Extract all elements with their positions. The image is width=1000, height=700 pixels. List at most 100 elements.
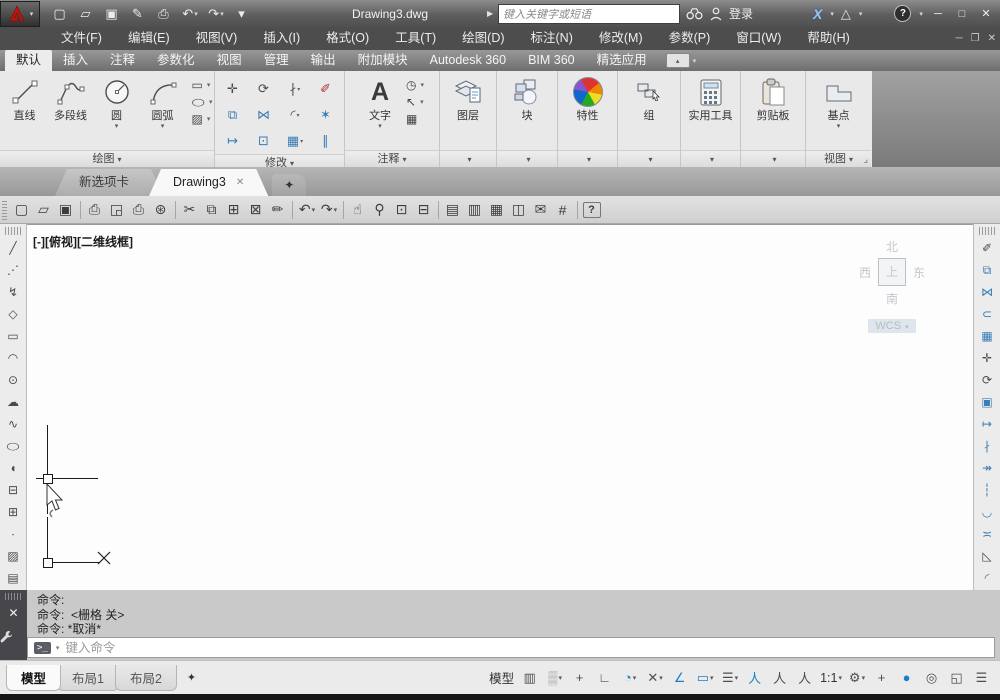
grid-display-icon[interactable]: ▥	[518, 667, 542, 689]
arc-button[interactable]: 圆弧 ▾	[140, 74, 186, 131]
ellipse-icon[interactable]: ◯ ▾	[192, 95, 213, 109]
fillet-icon[interactable]: ◜	[985, 567, 990, 589]
make-block-icon[interactable]: ⊞	[8, 501, 18, 523]
close-command-icon[interactable]: ✕	[0, 606, 27, 620]
stretch-icon[interactable]: ↦	[982, 413, 992, 435]
move-icon[interactable]: ✛	[982, 347, 992, 369]
save-icon[interactable]: ▣	[55, 199, 77, 221]
isolate-objects-icon[interactable]: ◎	[920, 667, 944, 689]
panel-footer-group[interactable]: ▾	[618, 150, 680, 167]
menu-item[interactable]: 绘图(D)	[449, 27, 517, 50]
file-tab[interactable]: 新选项卡	[55, 169, 163, 196]
menu-item[interactable]: 参数(P)	[656, 27, 724, 50]
rotate-icon[interactable]: ⟳	[258, 81, 270, 97]
save-as-icon[interactable]: ✎	[126, 3, 150, 25]
dimension-icon[interactable]: ◷ ▾	[406, 78, 424, 92]
menu-item[interactable]: 窗口(W)	[723, 27, 794, 50]
save-icon[interactable]: ▣	[100, 3, 124, 25]
zoom-window-icon[interactable]: ⊡	[391, 199, 413, 221]
help-icon[interactable]: ?	[583, 201, 601, 218]
construction-line-icon[interactable]: ⋰	[7, 259, 19, 281]
object-snap-tracking-icon[interactable]: ∠	[668, 667, 692, 689]
toolbar-grip[interactable]	[2, 199, 7, 220]
join-icon[interactable]: ≍	[982, 523, 992, 545]
arc-icon[interactable]: ◠	[8, 347, 18, 369]
help-icon[interactable]: ?	[894, 5, 912, 22]
signin-label[interactable]: 登录	[729, 5, 753, 22]
ortho-icon[interactable]: ∟	[593, 667, 617, 689]
markup-set-manager-icon[interactable]: ✉	[530, 199, 552, 221]
panel-footer-utilities[interactable]: ▾	[681, 150, 740, 167]
doc-close-button[interactable]: ✕	[988, 33, 996, 44]
quickcalc-icon[interactable]: #	[552, 199, 574, 221]
hatch-icon[interactable]: ▨	[7, 545, 18, 567]
annotation-scale-value[interactable]: 1:1 ▾	[818, 667, 844, 689]
chamfer-icon[interactable]: ◺	[982, 545, 991, 567]
tool-palettes-icon[interactable]: ▦	[486, 199, 508, 221]
stretch-icon[interactable]: ↦	[227, 133, 239, 149]
array-icon[interactable]: ▦ ▾	[287, 133, 303, 149]
search-binoculars-icon[interactable]	[686, 7, 703, 20]
new-drawing-tab-button[interactable]: ✦	[272, 174, 307, 196]
maximize-button[interactable]: □	[950, 4, 974, 24]
break-at-point-icon[interactable]: ┆	[983, 479, 990, 501]
rectangle-icon[interactable]: ▭ ▾	[192, 78, 213, 92]
menu-item[interactable]: 编辑(E)	[115, 27, 183, 50]
caret-down-icon[interactable]: ▾	[56, 644, 60, 652]
ribbon-tab[interactable]: 参数化	[146, 50, 206, 71]
clean-screen-icon[interactable]: ◱	[945, 667, 969, 689]
undo-icon[interactable]: ↶ ▾	[296, 199, 318, 221]
break-icon[interactable]: ◡	[982, 501, 992, 523]
open-icon[interactable]: ▱	[33, 199, 55, 221]
offset-icon[interactable]: ⊂	[982, 303, 992, 325]
layout-tab[interactable]: 布局2	[114, 664, 177, 691]
command-input[interactable]	[63, 639, 994, 656]
ribbon-tab[interactable]: 注释	[99, 50, 146, 71]
new-layout-button[interactable]: ✦	[187, 671, 196, 684]
close-tab-icon[interactable]: ✕	[236, 169, 244, 196]
menu-item[interactable]: 文件(F)	[48, 27, 115, 50]
table-icon[interactable]: ▦	[406, 112, 424, 126]
toolbar-separator[interactable]	[80, 200, 81, 219]
scale-icon[interactable]: ▣	[981, 391, 992, 413]
menu-item[interactable]: 修改(M)	[586, 27, 656, 50]
panel-footer-clipboard[interactable]: ▾	[741, 150, 805, 167]
mirror-icon[interactable]: ⋈	[981, 281, 993, 303]
toolbar-separator[interactable]	[343, 200, 344, 219]
ribbon-tab[interactable]: 精选应用	[586, 50, 658, 71]
layers-button[interactable]: 图层	[445, 74, 491, 123]
ribbon-tab[interactable]: 输出	[300, 50, 347, 71]
copy-clip-icon[interactable]: ⧉	[201, 199, 223, 221]
exchange-apps-icon[interactable]: X	[813, 6, 822, 22]
publish-icon[interactable]: ⊛	[150, 199, 172, 221]
point-icon[interactable]: ∙	[11, 523, 14, 545]
block-button[interactable]: 块	[504, 74, 550, 123]
ellipse-icon[interactable]: ◯	[6, 439, 19, 453]
polyline-icon[interactable]: ↯	[8, 281, 18, 303]
model-space-label[interactable]: 模型	[487, 667, 517, 689]
properties-button[interactable]: 特性	[565, 74, 611, 123]
panel-footer-draw[interactable]: 绘图 ▾	[0, 150, 214, 167]
ribbon-tab[interactable]: 视图	[206, 50, 253, 71]
command-grip[interactable]	[5, 593, 22, 600]
group-button[interactable]: 组	[626, 74, 672, 123]
properties-palette-icon[interactable]: ▤	[442, 199, 464, 221]
drawing-canvas[interactable]: [-][俯视][二维线框] 北 西 上 东 南 WCS ▾	[27, 224, 973, 590]
expand-arrow-icon[interactable]: ▶	[487, 9, 493, 18]
undo-icon[interactable]: ↶ ▾	[178, 3, 202, 25]
toolbar-grip[interactable]	[5, 227, 21, 235]
menu-item[interactable]: 工具(T)	[382, 27, 449, 50]
snap-icon[interactable]: +	[568, 667, 592, 689]
viewcube-north[interactable]: 北	[886, 238, 898, 255]
zoom-previous-icon[interactable]: ⊟	[413, 199, 435, 221]
snap-mode-icon[interactable]: ▒ ▾	[543, 667, 567, 689]
ribbon-tab[interactable]: BIM 360	[517, 50, 586, 71]
rectangle-icon[interactable]: ▭	[7, 325, 18, 347]
dynamic-input-icon[interactable]: ▭ ▾	[693, 667, 717, 689]
paste-icon[interactable]: ⊞	[223, 199, 245, 221]
sheet-set-manager-icon[interactable]: ◫	[508, 199, 530, 221]
grip-point[interactable]	[43, 558, 53, 568]
plot-icon[interactable]: ⎙	[128, 199, 150, 221]
pan-icon[interactable]: ☝	[347, 199, 369, 221]
utilities-button[interactable]: 实用工具	[688, 74, 734, 123]
